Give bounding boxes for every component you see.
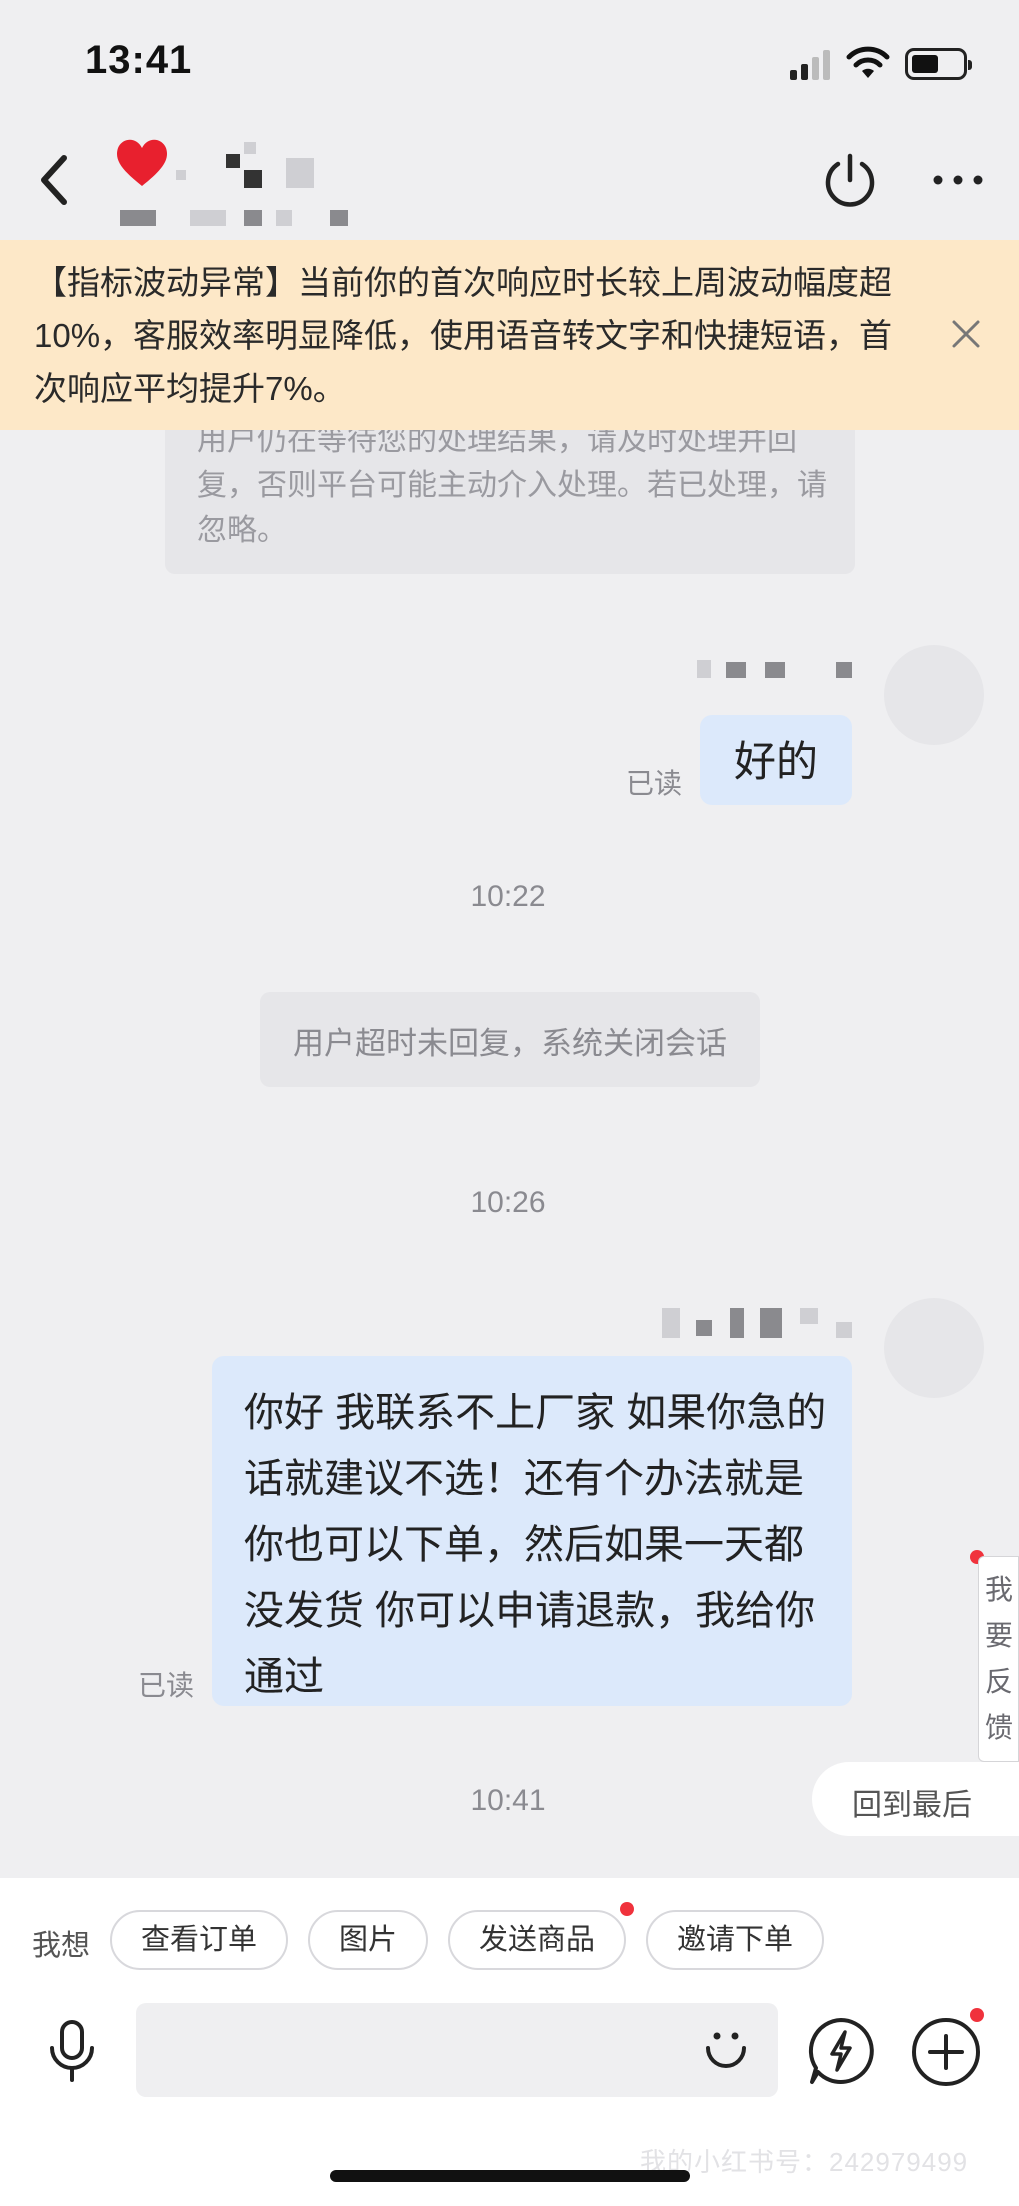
home-indicator xyxy=(330,2170,690,2182)
power-icon[interactable] xyxy=(820,150,880,210)
back-to-latest-label: 回到最后 xyxy=(852,1789,972,1822)
microphone-icon[interactable] xyxy=(44,2018,100,2088)
quick-actions-label: 我想 xyxy=(32,1930,91,1962)
chip-send-product[interactable]: 发送商品 xyxy=(448,1910,626,1970)
back-icon[interactable] xyxy=(34,150,74,210)
timestamp: 10:22 xyxy=(470,880,546,913)
read-status: 已读 xyxy=(626,768,683,799)
avatar xyxy=(884,645,984,745)
message-text: 你好 我联系不上厂家 如果你急的话就建议不选！还有个办法就是你也可以下单，然后如… xyxy=(244,1391,827,1699)
quick-reply-icon[interactable] xyxy=(806,2016,876,2086)
more-icon[interactable] xyxy=(930,165,986,195)
chip-view-order[interactable]: 查看订单 xyxy=(110,1910,288,1970)
notification-dot xyxy=(620,1902,634,1916)
plus-icon[interactable] xyxy=(910,2016,982,2088)
wifi-icon xyxy=(846,46,890,78)
battery-icon xyxy=(905,48,972,80)
chip-image[interactable]: 图片 xyxy=(308,1910,428,1970)
avatar xyxy=(884,1298,984,1398)
timestamp: 10:41 xyxy=(470,1784,546,1817)
system-reminder-text: 用户仍在等待您的处理结果，请及时处理并回复，否则平台可能主动介入处理。若已处理，… xyxy=(197,424,827,547)
alert-banner-text: 【指标波动异常】当前你的首次响应时长较上周波动幅度超10%，客服效率明显降低，使… xyxy=(34,264,893,407)
message-input[interactable] xyxy=(136,2003,778,2097)
system-close-text: 用户超时未回复，系统关闭会话 xyxy=(293,1026,727,1061)
read-status: 已读 xyxy=(138,1670,195,1701)
status-time: 13:41 xyxy=(85,38,193,82)
feedback-tab[interactable]: 我要反馈 xyxy=(978,1556,1019,1762)
close-icon[interactable] xyxy=(948,316,984,352)
signal-icon xyxy=(790,50,830,80)
feedback-tab-label: 我要反馈 xyxy=(985,1574,1014,1743)
heart-avatar-icon xyxy=(117,139,167,186)
timestamp: 10:26 xyxy=(470,1186,546,1219)
message-text: 好的 xyxy=(733,738,818,785)
emoji-icon[interactable] xyxy=(700,2020,752,2072)
notification-dot xyxy=(970,2008,984,2022)
chip-invite-order[interactable]: 邀请下单 xyxy=(646,1910,824,1970)
